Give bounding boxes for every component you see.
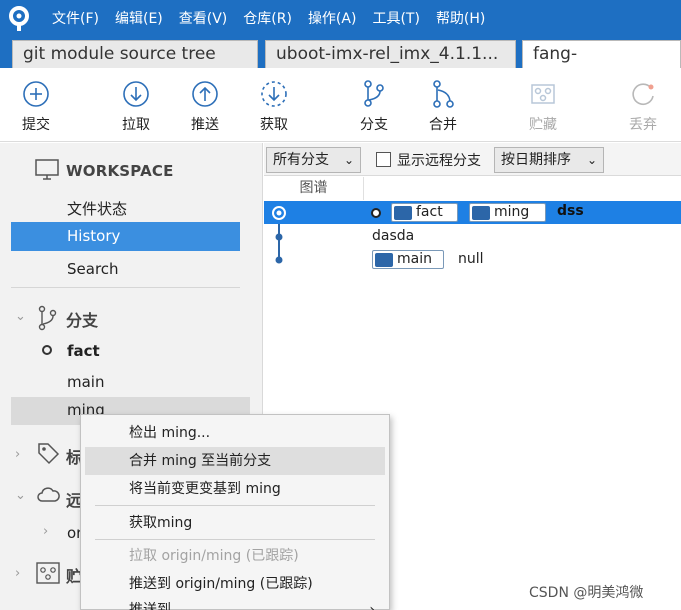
sort-label: 按日期排序	[501, 152, 571, 168]
menu-item-push-submenu-label: 推送到	[129, 602, 171, 610]
push-button[interactable]: 推送	[175, 78, 235, 134]
arrow-down-circle-icon	[123, 81, 149, 107]
tags-chevron-right-icon[interactable]: ›	[15, 447, 20, 462]
commit-button[interactable]: 提交	[6, 78, 66, 134]
submenu-arrow-icon: ›	[369, 602, 375, 610]
branch-tag-icon	[394, 206, 412, 220]
discard-button[interactable]: 丢弃	[613, 78, 673, 134]
discard-label: 丢弃	[629, 117, 657, 133]
menu-item-merge[interactable]: 合并 ming 至当前分支	[85, 447, 385, 475]
arrow-up-circle-icon	[192, 81, 218, 107]
commit-row[interactable]: main null	[264, 248, 681, 271]
sidebar-item-history-label: History	[67, 227, 121, 245]
menu-item-push-submenu[interactable]: 推送到 ›	[85, 596, 385, 610]
merge-label: 合并	[429, 117, 457, 133]
menu-item-push-to[interactable]: 推送到 origin/ming (已跟踪)	[85, 570, 385, 598]
watermark: CSDN @明美鸿微	[529, 585, 644, 601]
pull-label: 拉取	[122, 117, 150, 133]
branch-tag-main[interactable]: main	[372, 250, 444, 269]
branch-tag-ming-label: ming	[494, 204, 530, 220]
menu-item-rebase[interactable]: 将当前变更变基到 ming	[85, 475, 385, 503]
menu-view[interactable]: 查看(V)	[179, 0, 228, 38]
sidebar-divider	[11, 287, 240, 288]
branch-tag-ming[interactable]: ming	[469, 203, 546, 222]
branch-button[interactable]: 分支	[344, 78, 404, 134]
stash-label: 贮藏	[529, 117, 557, 133]
branch-tag-fact[interactable]: fact	[391, 203, 458, 222]
discard-icon	[632, 83, 654, 105]
menu-bar: 文件(F) 编辑(E) 查看(V) 仓库(R) 操作(A) 工具(T) 帮助(H…	[0, 0, 681, 38]
menu-actions[interactable]: 操作(A)	[308, 0, 357, 38]
tab-git-module-source-tree[interactable]: git module source tree	[12, 40, 258, 68]
branch-tag-icon	[472, 206, 490, 220]
fetch-label: 获取	[260, 117, 288, 133]
menu-tools[interactable]: 工具(T)	[372, 0, 419, 38]
remotes-chevron-down-icon[interactable]: ⌄	[15, 488, 26, 503]
tab-uboot-imx[interactable]: uboot-imx-rel_imx_4.1.1...	[265, 40, 516, 68]
commit-node-icon	[272, 206, 286, 220]
stashes-chevron-right-icon[interactable]: ›	[15, 566, 20, 581]
pull-button[interactable]: 拉取	[106, 78, 166, 134]
stash-icon	[531, 84, 555, 104]
stash-icon	[36, 562, 60, 584]
head-indicator-icon	[371, 208, 381, 218]
current-branch-indicator-icon	[42, 345, 52, 355]
menu-edit[interactable]: 编辑(E)	[115, 0, 163, 38]
commit-row[interactable]: dasda	[264, 225, 681, 248]
branch-tag-icon	[375, 253, 393, 267]
show-remote-branches-checkbox[interactable]	[376, 152, 391, 167]
show-remote-branches-label: 显示远程分支	[397, 153, 481, 169]
workspace-header: WORKSPACE	[0, 157, 262, 183]
fetch-button[interactable]: 获取	[244, 78, 304, 134]
tag-icon	[38, 443, 60, 465]
branch-tag-main-label: main	[397, 251, 432, 267]
sidebar-item-history[interactable]: History	[11, 222, 240, 251]
tab-fang[interactable]: fang-	[522, 40, 681, 68]
menu-file[interactable]: 文件(F)	[52, 0, 99, 38]
toolbar: 提交 拉取 推送 获取 分支 合并 贮藏 丢弃	[0, 68, 681, 142]
menu-item-pull[interactable]: 拉取 origin/ming (已跟踪)	[85, 542, 385, 570]
fetch-dashed-circle-icon	[261, 81, 287, 107]
plus-circle-icon	[23, 81, 49, 107]
all-branches-label: 所有分支	[273, 152, 329, 168]
menu-item-checkout[interactable]: 检出 ming...	[85, 419, 385, 447]
branch-item-main[interactable]: main	[67, 373, 104, 391]
menu-item-fetch[interactable]: 获取ming	[85, 509, 385, 537]
menu-help[interactable]: 帮助(H)	[436, 0, 485, 38]
graph-column-header[interactable]: 图谱	[264, 177, 364, 200]
branches-section-title[interactable]: 分支	[66, 307, 98, 331]
menu-separator	[95, 539, 375, 540]
branch-context-menu: 检出 ming... 合并 ming 至当前分支 将当前变更变基到 ming 获…	[80, 414, 390, 610]
sort-by-date-dropdown[interactable]: 按日期排序 ⌄	[494, 147, 604, 173]
sourcetree-logo-icon	[0, 0, 38, 38]
monitor-icon	[35, 159, 59, 180]
branch-icon	[38, 305, 57, 331]
commit-message: dasda	[372, 228, 415, 244]
branches-chevron-down-icon[interactable]: ⌄	[15, 309, 26, 324]
sidebar-item-file-status[interactable]: 文件状态	[67, 198, 127, 219]
cloud-icon	[37, 487, 60, 502]
all-branches-dropdown[interactable]: 所有分支 ⌄	[266, 147, 361, 173]
branch-item-fact[interactable]: fact	[67, 342, 100, 360]
commit-row[interactable]: fact ming dss	[264, 201, 681, 224]
branch-icon	[364, 80, 384, 107]
merge-icon	[433, 80, 454, 108]
commit-message: dss	[557, 203, 584, 219]
stash-button[interactable]: 贮藏	[513, 78, 573, 134]
sidebar-item-search[interactable]: Search	[67, 260, 119, 278]
remote-chevron-right-icon[interactable]: ›	[43, 524, 48, 539]
chevron-down-icon: ⌄	[343, 153, 354, 167]
merge-button[interactable]: 合并	[413, 78, 473, 134]
tab-bar: git module source tree uboot-imx-rel_imx…	[0, 38, 681, 68]
branch-tag-fact-label: fact	[416, 204, 443, 220]
workspace-title: WORKSPACE	[66, 162, 174, 180]
filter-bar: 所有分支 ⌄ 显示远程分支 按日期排序 ⌄	[264, 143, 681, 176]
push-label: 推送	[191, 117, 219, 133]
menu-repository[interactable]: 仓库(R)	[243, 0, 292, 38]
commit-label: 提交	[22, 117, 50, 133]
commit-message: null	[458, 251, 484, 267]
chevron-down-icon: ⌄	[586, 153, 597, 167]
branch-label: 分支	[360, 117, 388, 133]
menu-separator	[95, 505, 375, 506]
